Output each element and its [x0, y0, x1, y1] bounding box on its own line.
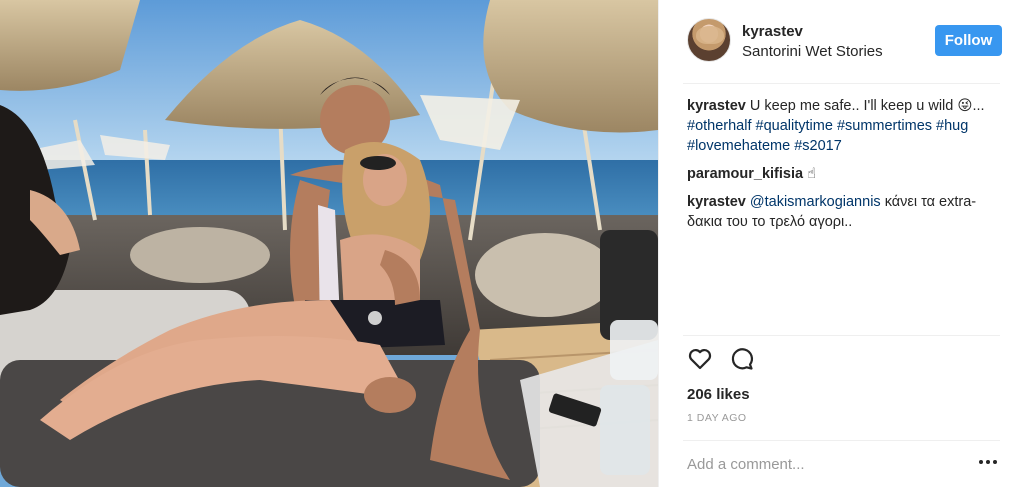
- post-timestamp[interactable]: 1 DAY AGO: [687, 412, 747, 424]
- heart-outline-icon[interactable]: [687, 346, 713, 374]
- caption-text: U keep me safe.. I'll keep u wild 😜...: [749, 98, 985, 114]
- caption-username[interactable]: kyrastev: [687, 98, 746, 114]
- comments-divider: [683, 335, 1000, 336]
- post-photo[interactable]: [0, 0, 658, 487]
- comment-item: paramour_kifisia ☝: [687, 164, 1003, 184]
- post-header: kyrastev Santorini Wet Stories Follow: [659, 0, 1024, 84]
- speech-bubble-icon[interactable]: [729, 346, 755, 374]
- hashtag-link[interactable]: #lovemehateme: [687, 138, 790, 154]
- comment-username[interactable]: paramour_kifisia: [687, 166, 803, 182]
- instagram-post: kyrastev Santorini Wet Stories Follow ky…: [0, 0, 1024, 487]
- header-username[interactable]: kyrastev: [742, 23, 803, 40]
- header-location[interactable]: Santorini Wet Stories: [742, 43, 883, 60]
- footer-divider: [683, 440, 1000, 441]
- header-divider: [683, 83, 1000, 84]
- add-comment-input[interactable]: [687, 453, 957, 475]
- hashtag-link[interactable]: #otherhalf: [687, 118, 752, 134]
- post-side-panel: kyrastev Santorini Wet Stories Follow ky…: [658, 0, 1024, 487]
- comment-list: kyrastev U keep me safe.. I'll keep u wi…: [687, 96, 1003, 240]
- hashtag-link[interactable]: #s2017: [794, 138, 842, 154]
- hashtag-link[interactable]: #summertimes: [837, 118, 932, 134]
- caption-hashtags: #otherhalf #qualitytime #summertimes #hu…: [687, 118, 968, 154]
- likes-count[interactable]: 206 likes: [687, 386, 750, 403]
- ellipsis-dot: [993, 460, 997, 464]
- ellipsis-icon[interactable]: [976, 452, 1000, 472]
- ellipsis-dot: [986, 460, 990, 464]
- comment-mention-link[interactable]: @takismarkogiannis: [750, 194, 881, 210]
- follow-button[interactable]: Follow: [935, 25, 1002, 56]
- comment-item: kyrastev @takismarkogiannis κάνει τα ext…: [687, 192, 1003, 232]
- action-bar: [687, 346, 755, 374]
- comment-text: ☝: [807, 166, 816, 182]
- beach-photo-illustration: [0, 0, 658, 487]
- avatar[interactable]: [687, 18, 731, 62]
- hashtag-link[interactable]: #hug: [936, 118, 968, 134]
- hashtag-link[interactable]: #qualitytime: [756, 118, 833, 134]
- comment-username[interactable]: kyrastev: [687, 194, 746, 210]
- ellipsis-dot: [979, 460, 983, 464]
- caption: kyrastev U keep me safe.. I'll keep u wi…: [687, 96, 1003, 156]
